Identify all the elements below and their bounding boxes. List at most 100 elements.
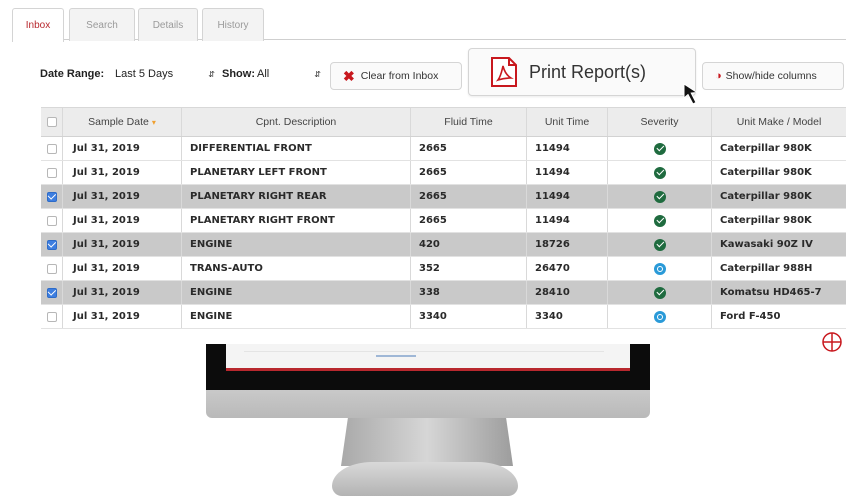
cell-description: ENGINE (182, 305, 411, 328)
cell-description: DIFFERENTIAL FRONT (182, 137, 411, 160)
cell-unit-time: 26470 (527, 257, 608, 280)
monitor-stand-foot (332, 462, 518, 496)
show-select[interactable]: All ⇵ (253, 65, 325, 83)
cell-description: TRANS-AUTO (182, 257, 411, 280)
row-checkbox[interactable] (46, 263, 57, 274)
cell-unit-time: 11494 (527, 185, 608, 208)
cell-description: ENGINE (182, 233, 411, 256)
select-arrows-icon: ⇵ (208, 69, 215, 79)
show-label: Show: (222, 68, 255, 80)
table-row[interactable]: Jul 31, 2019 ENGINE 3340 3340 Ford F-450 (41, 305, 846, 329)
check-circle-icon[interactable] (653, 214, 666, 227)
row-checkbox-cell (41, 281, 63, 304)
cell-unit-time: 28410 (527, 281, 608, 304)
tab-search[interactable]: Search (69, 8, 135, 41)
crosshair-circle-icon (822, 332, 842, 352)
header-description[interactable]: Cpnt. Description (182, 108, 411, 136)
cell-sample-date: Jul 31, 2019 (63, 137, 182, 160)
cell-description: PLANETARY RIGHT FRONT (182, 209, 411, 232)
cell-sample-date: Jul 31, 2019 (63, 161, 182, 184)
sort-desc-icon: ▾ (151, 117, 156, 127)
cell-sample-date: Jul 31, 2019 (63, 233, 182, 256)
header-sample-date[interactable]: Sample Date ▾ (63, 108, 182, 136)
row-checkbox[interactable] (46, 215, 57, 226)
print-reports-button[interactable]: Print Report(s) (468, 48, 696, 96)
cell-description: ENGINE (182, 281, 411, 304)
table-row[interactable]: Jul 31, 2019 PLANETARY RIGHT FRONT 2665 114… (41, 209, 846, 233)
check-circle-icon[interactable] (653, 286, 666, 299)
row-checkbox[interactable] (46, 191, 57, 202)
cell-unit-make-model: Caterpillar 988H (720, 263, 813, 274)
cell-fluid-time: 352 (411, 257, 527, 280)
inbox-table: Sample Date ▾ Cpnt. Description Fluid Ti… (41, 107, 846, 329)
date-range-select[interactable]: Last 5 Days ⇵ (111, 65, 219, 83)
row-checkbox-cell (41, 161, 63, 184)
date-range-value: Last 5 Days (115, 68, 174, 80)
header-unit-time[interactable]: Unit Time (527, 108, 608, 136)
row-checkbox[interactable] (46, 239, 57, 250)
show-hide-columns-button[interactable]: ◑ Show/hide columns (702, 62, 844, 90)
cell-unit-make-model: Kawasaki 90Z IV (720, 239, 813, 250)
search-circle-icon[interactable] (653, 310, 666, 323)
row-checkbox-cell (41, 233, 63, 256)
cell-sample-date: Jul 31, 2019 (63, 281, 182, 304)
half-circle-icon: ◑ (715, 70, 722, 82)
cell-severity (608, 233, 712, 256)
table-row[interactable]: Jul 31, 2019 DIFFERENTIAL FRONT 2665 11494 C… (41, 137, 846, 161)
table-row[interactable]: Jul 31, 2019 ENGINE 338 28410 Komatsu HD465-… (41, 281, 846, 305)
cell-fluid-time: 420 (411, 233, 527, 256)
row-checkbox[interactable] (46, 287, 57, 298)
check-circle-icon[interactable] (653, 238, 666, 251)
check-circle-icon[interactable] (653, 142, 666, 155)
header-unit-make-model[interactable]: Unit Make / Model (712, 108, 846, 136)
row-checkbox[interactable] (46, 311, 57, 322)
select-all-checkbox[interactable] (46, 117, 57, 127)
clear-from-inbox-button[interactable]: ✖ Clear from Inbox (330, 62, 462, 90)
row-checkbox-cell (41, 305, 63, 328)
monitor-chin (206, 390, 650, 418)
print-reports-label: Print Report(s) (529, 61, 647, 82)
check-circle-icon[interactable] (653, 190, 666, 203)
cell-unit-make-model: Caterpillar 980K (720, 215, 812, 226)
search-circle-icon[interactable] (653, 262, 666, 275)
row-checkbox-cell (41, 209, 63, 232)
cell-fluid-time: 2665 (411, 185, 527, 208)
cell-fluid-time: 338 (411, 281, 527, 304)
cell-unit-make-model: Caterpillar 980K (720, 167, 812, 178)
header-sample-date-label: Sample Date (88, 116, 149, 128)
table-row[interactable]: Jul 31, 2019 PLANETARY RIGHT REAR 2665 1149… (41, 185, 846, 209)
row-checkbox[interactable] (46, 143, 57, 154)
cell-severity (608, 257, 712, 280)
header-severity[interactable]: Severity (608, 108, 712, 136)
row-checkbox-cell (41, 257, 63, 280)
monitor-stand-neck (341, 418, 513, 466)
screen-ghost-row (244, 351, 604, 357)
cell-unit-make-model: Ford F-450 (720, 311, 781, 322)
inbox-panel: Inbox Search Details History Date Range:… (12, 0, 846, 344)
check-circle-icon[interactable] (653, 166, 666, 179)
tab-details[interactable]: Details (138, 8, 198, 41)
cell-severity (608, 305, 712, 328)
tab-inbox[interactable]: Inbox (12, 8, 64, 42)
header-fluid-time[interactable]: Fluid Time (411, 108, 527, 136)
mouse-pointer-icon (683, 83, 699, 105)
cell-unit-time: 11494 (527, 137, 608, 160)
pdf-icon (491, 57, 517, 87)
row-checkbox[interactable] (46, 167, 57, 178)
table-row[interactable]: Jul 31, 2019 TRANS-AUTO 352 26470 Caterpilla… (41, 257, 846, 281)
cell-sample-date: Jul 31, 2019 (63, 209, 182, 232)
cell-sample-date: Jul 31, 2019 (63, 185, 182, 208)
cell-severity (608, 185, 712, 208)
table-row[interactable]: Jul 31, 2019 ENGINE 420 18726 Kawasaki 90Z I… (41, 233, 846, 257)
toolbar: Date Range: Last 5 Days ⇵ Show: All ⇵ ✖ … (12, 48, 846, 98)
x-icon: ✖ (343, 67, 355, 84)
table-row[interactable]: Jul 31, 2019 PLANETARY LEFT FRONT 2665 1149… (41, 161, 846, 185)
cell-fluid-time: 3340 (411, 305, 527, 328)
cell-sample-date: Jul 31, 2019 (63, 257, 182, 280)
tab-history[interactable]: History (202, 8, 264, 41)
select-all-cell (41, 108, 63, 136)
cell-fluid-time: 2665 (411, 209, 527, 232)
tab-bar: Inbox Search Details History (12, 6, 846, 42)
cell-sample-date: Jul 31, 2019 (63, 305, 182, 328)
cell-unit-time: 11494 (527, 161, 608, 184)
